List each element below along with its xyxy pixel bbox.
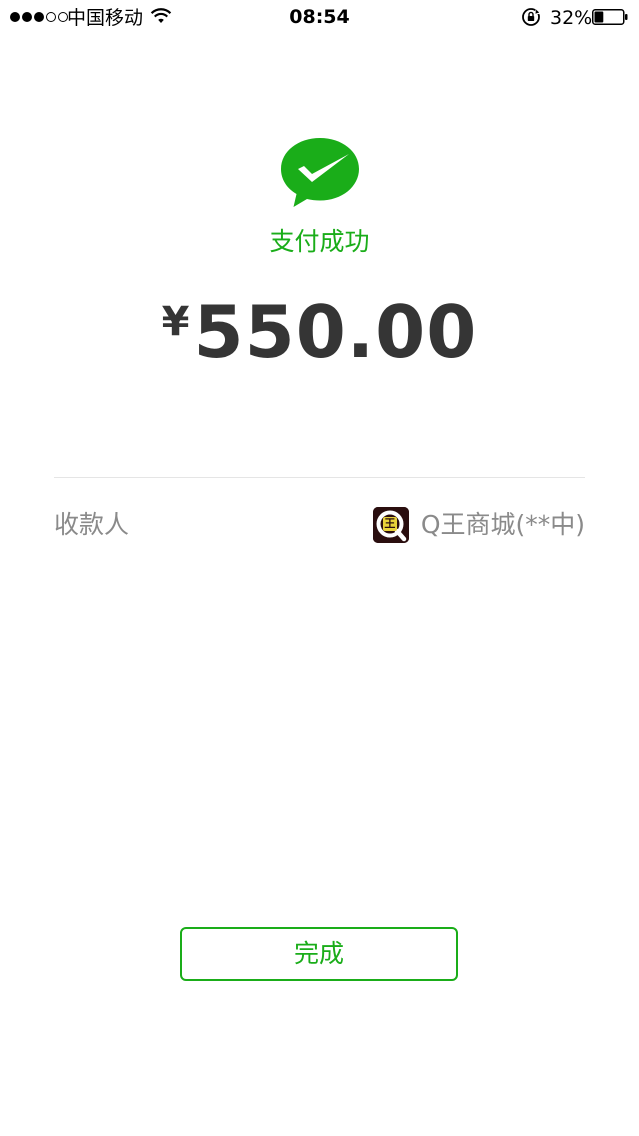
clock-time: 08:54 [289, 6, 350, 28]
wechat-pay-logo-icon [281, 138, 359, 207]
status-bar: 中国移动 08:54 32% [0, 0, 639, 40]
battery-percent: 32% [550, 7, 593, 29]
merchant-info: 王 Q王商城(**中) [372, 507, 585, 543]
battery-icon [592, 9, 628, 25]
amount-value: 550.00 [193, 290, 478, 374]
currency-symbol: ¥ [161, 299, 190, 345]
payment-amount: ¥550.00 [0, 282, 639, 392]
divider [54, 477, 585, 478]
rotation-lock-icon [522, 8, 540, 26]
merchant-logo-icon: 王 [372, 507, 409, 543]
payee-label: 收款人 [54, 510, 130, 539]
merchant-logo-char: 王 [384, 517, 396, 530]
payment-status-text: 支付成功 [269, 227, 370, 256]
merchant-name: Q王商城(**中) [420, 510, 585, 539]
done-button[interactable]: 完成 [180, 927, 458, 981]
payment-success-screen: 中国移动 08:54 32% 支付成功 ¥550.00 收款人 王 Q王商城(*… [0, 0, 639, 1136]
payee-row: 收款人 王 Q王商城(**中) [54, 505, 585, 545]
